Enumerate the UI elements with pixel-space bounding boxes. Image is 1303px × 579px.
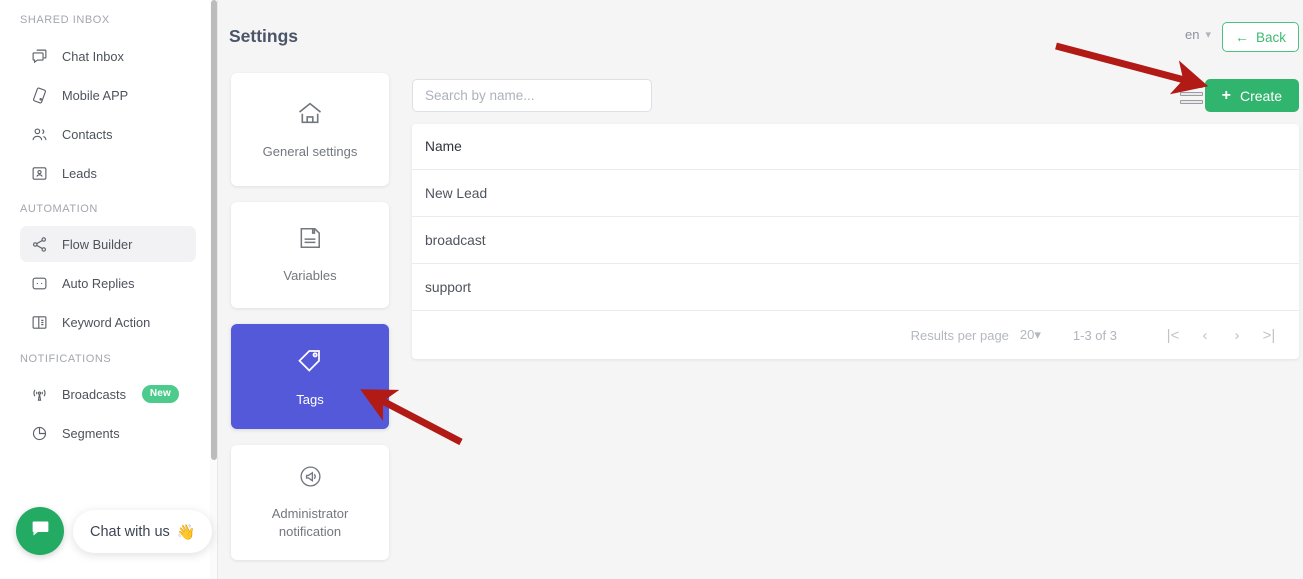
last-page-button[interactable]: >|	[1253, 327, 1285, 344]
create-button-label: Create	[1239, 87, 1282, 104]
flow-builder-icon	[31, 236, 48, 253]
chat-icon	[31, 48, 48, 65]
settings-card-label: Tags	[296, 391, 324, 407]
waving-hand-icon: 👋	[176, 523, 196, 541]
table-row[interactable]: New Lead	[412, 170, 1299, 217]
tags-table: Name New Lead broadcast support Results …	[412, 124, 1299, 359]
segments-icon	[31, 425, 48, 442]
sidebar-item-broadcasts[interactable]: Broadcasts New	[20, 376, 196, 412]
results-per-page-label: Results per page	[910, 327, 1009, 343]
sidebar-item-label: Keyword Action	[62, 314, 151, 330]
table-cell-name: New Lead	[425, 185, 488, 201]
table-column-header-name: Name	[425, 139, 462, 154]
table-row[interactable]: broadcast	[412, 217, 1299, 264]
sidebar-item-segments[interactable]: Segments	[20, 415, 196, 451]
table-cell-name: support	[425, 279, 472, 295]
sidebar-item-label: Segments	[62, 425, 120, 441]
settings-card-label: Variables	[283, 268, 337, 284]
settings-card-general-settings[interactable]: General settings	[231, 73, 389, 186]
sidebar-section-automation: AUTOMATION	[20, 203, 98, 215]
sidebar-item-label: Leads	[62, 165, 97, 181]
first-page-button[interactable]: |<	[1157, 327, 1189, 344]
pagination-range: 1-3 of 3	[1072, 327, 1117, 343]
chat-with-us-prompt[interactable]: Chat with us 👋	[73, 510, 213, 553]
chat-prompt-label: Chat with us	[90, 523, 170, 540]
table-cell-name: broadcast	[425, 232, 486, 248]
sidebar-item-keyword-action[interactable]: Keyword Action	[20, 304, 196, 340]
chevron-down-icon: ▾	[1205, 29, 1211, 41]
save-disk-icon	[297, 225, 323, 256]
sidebar-item-chat-inbox[interactable]: Chat Inbox	[20, 38, 196, 74]
sidebar-item-mobile-app[interactable]: Mobile APP	[20, 77, 196, 113]
table-pagination: Results per page 20▾ 1-3 of 3 |< ‹ › >|	[412, 311, 1299, 359]
stack-bar	[1180, 84, 1203, 88]
sidebar-item-label: Chat Inbox	[62, 48, 124, 64]
arrow-left-icon: ←	[1234, 29, 1249, 45]
sidebar-item-label: Flow Builder	[62, 236, 133, 252]
status-badge: New	[141, 385, 179, 403]
back-button[interactable]: ← Back	[1221, 22, 1299, 52]
language-selector[interactable]: en ▾	[1185, 27, 1211, 42]
language-value: en	[1185, 27, 1200, 42]
sidebar-item-leads[interactable]: Leads	[20, 155, 196, 191]
sidebar-item-label: Mobile APP	[62, 87, 129, 103]
settings-card-label: General settings	[262, 143, 358, 159]
next-page-button[interactable]: ›	[1221, 327, 1253, 344]
settings-card-administrator-notification[interactable]: Administrator notification	[231, 445, 389, 560]
caret-down-icon: ▾	[1034, 327, 1041, 342]
settings-card-variables[interactable]: Variables	[231, 202, 389, 308]
stack-list-icon[interactable]	[1180, 84, 1203, 104]
broadcasts-icon	[31, 386, 48, 403]
settings-card-tags[interactable]: Tags	[231, 324, 389, 429]
main-content: Settings en ▾ ← Back + Create General se…	[218, 0, 1303, 579]
keyword-action-icon	[31, 314, 48, 331]
settings-card-list: General settings Variables Tags Administ…	[231, 73, 389, 576]
search-input[interactable]	[412, 79, 652, 112]
sidebar-item-label: Auto Replies	[62, 275, 135, 291]
contacts-icon	[31, 126, 48, 143]
mobile-app-icon	[31, 87, 48, 104]
results-per-page-select[interactable]: 20▾	[1020, 327, 1041, 343]
app-root: SHARED INBOX Chat Inbox Mobile APP Conta…	[0, 0, 1303, 579]
table-row[interactable]: support	[412, 264, 1299, 311]
sidebar-item-contacts[interactable]: Contacts	[20, 116, 196, 152]
plus-icon: +	[1221, 86, 1231, 104]
chat-bubble-icon	[30, 518, 51, 544]
prev-page-button[interactable]: ‹	[1189, 327, 1221, 344]
results-per-page-value: 20	[1019, 327, 1035, 342]
sidebar-section-shared-inbox: SHARED INBOX	[20, 14, 110, 26]
sidebar-item-label: Contacts	[62, 126, 113, 142]
stack-bar	[1180, 100, 1203, 104]
sidebar-section-notifications: NOTIFICATIONS	[20, 353, 112, 365]
page-title: Settings	[229, 26, 299, 46]
chat-launcher-button[interactable]	[16, 507, 64, 555]
back-button-label: Back	[1255, 29, 1286, 45]
home-icon	[296, 99, 324, 132]
megaphone-icon	[298, 464, 323, 494]
settings-card-label: Administrator notification	[271, 506, 349, 539]
table-header-row: Name	[412, 124, 1299, 170]
stack-bar	[1180, 92, 1203, 96]
sidebar: SHARED INBOX Chat Inbox Mobile APP Conta…	[0, 0, 212, 579]
auto-replies-icon	[31, 275, 48, 292]
tag-icon	[295, 345, 325, 380]
leads-icon	[31, 165, 48, 182]
sidebar-item-label: Broadcasts	[62, 386, 127, 402]
sidebar-item-flow-builder[interactable]: Flow Builder	[20, 226, 196, 262]
sidebar-item-auto-replies[interactable]: Auto Replies	[20, 265, 196, 301]
create-button[interactable]: + Create	[1204, 79, 1299, 112]
